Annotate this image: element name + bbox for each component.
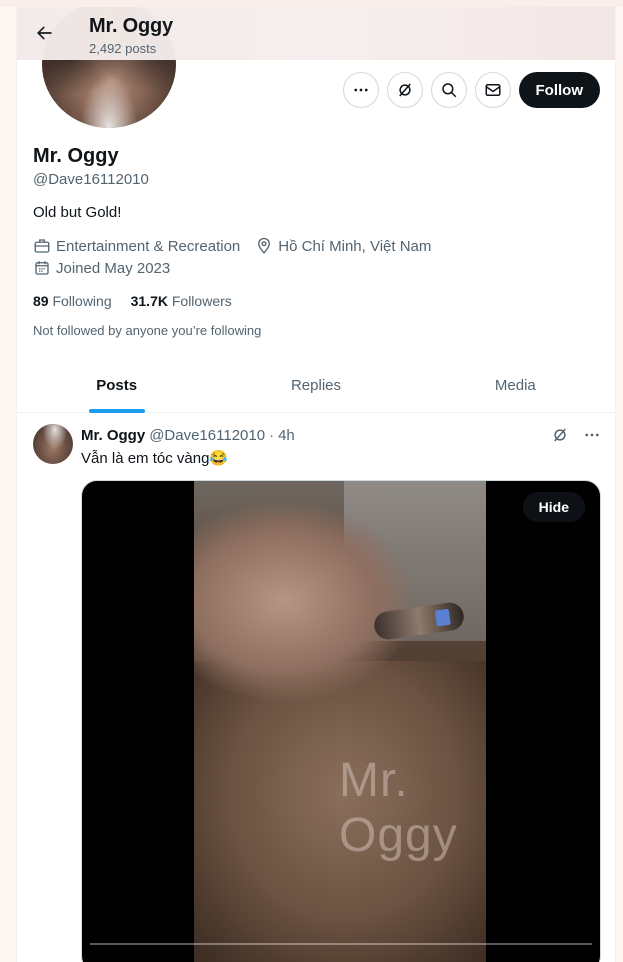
more-button[interactable] (342, 72, 379, 108)
post-avatar[interactable] (33, 424, 73, 464)
post-time[interactable]: 4h (278, 427, 295, 444)
more-icon[interactable] (583, 426, 601, 444)
post-header: Mr. Oggy @Dave16112010 · 4h (81, 427, 295, 444)
grok-button[interactable] (386, 72, 423, 108)
browser-top-strip (0, 0, 623, 7)
search-button[interactable] (430, 72, 467, 108)
briefcase-icon (34, 239, 50, 253)
post-video[interactable]: Mr. Oggy Hide (81, 480, 601, 962)
following-label: Following (52, 293, 112, 309)
followers-link[interactable]: 31.7K Followers (131, 293, 232, 309)
profile-handle: @Dave16112010 (33, 171, 149, 188)
video-frame: Mr. Oggy (194, 481, 486, 962)
profile-joined-row: Joined May 2023 (33, 259, 170, 277)
profile-category: Entertainment & Recreation (56, 237, 241, 255)
profile-location: Hồ Chí Minh, Việt Nam (278, 237, 432, 255)
followers-count: 31.7K (130, 293, 168, 309)
calendar-icon (35, 261, 49, 275)
following-count: 89 (33, 293, 49, 309)
tab-posts[interactable]: Posts (17, 359, 216, 412)
grok-icon (398, 83, 411, 97)
follow-button[interactable]: Follow (518, 72, 600, 108)
profile-tabs: Posts Replies Media (17, 359, 615, 413)
post-text: Vẫn là em tóc vàng😂 (81, 450, 229, 467)
tab-replies[interactable]: Replies (216, 359, 415, 412)
back-button[interactable] (27, 16, 61, 50)
post-author-handle[interactable]: @Dave16112010 (149, 427, 265, 444)
video-watermark: Mr. Oggy (339, 754, 458, 862)
post-actions (551, 426, 601, 444)
search-icon (441, 83, 456, 98)
profile-meta-row: Entertainment & Recreation Hồ Chí Minh, … (33, 237, 431, 255)
following-link[interactable]: 89 Following (33, 293, 112, 309)
post-author-name[interactable]: Mr. Oggy (81, 427, 145, 444)
hide-button[interactable]: Hide (522, 492, 585, 522)
message-button[interactable] (474, 72, 511, 108)
back-arrow-icon (37, 26, 52, 40)
more-icon (353, 88, 368, 92)
profile-stats: 89 Following 31.7K Followers (33, 293, 232, 309)
message-icon (485, 84, 500, 96)
profile-column: Mr. Oggy 2,492 posts Follow Mr. Oggy @Da… (16, 7, 616, 962)
followers-label: Followers (171, 293, 232, 309)
profile-bio: Old but Gold! (33, 204, 122, 221)
tab-media[interactable]: Media (416, 359, 615, 412)
post-separator: · (269, 427, 275, 444)
profile-header: Mr. Oggy 2,492 posts (17, 7, 615, 60)
not-followed-note: Not followed by anyone you’re following (33, 323, 262, 338)
location-icon (258, 237, 271, 254)
header-post-count: 2,492 posts (89, 41, 157, 56)
video-progress-bar[interactable] (90, 943, 592, 945)
grok-icon[interactable] (551, 426, 569, 444)
header-title: Mr. Oggy (89, 15, 173, 37)
profile-joined: Joined May 2023 (56, 259, 171, 277)
profile-actions: Follow (342, 72, 600, 108)
profile-name: Mr. Oggy (33, 145, 119, 167)
